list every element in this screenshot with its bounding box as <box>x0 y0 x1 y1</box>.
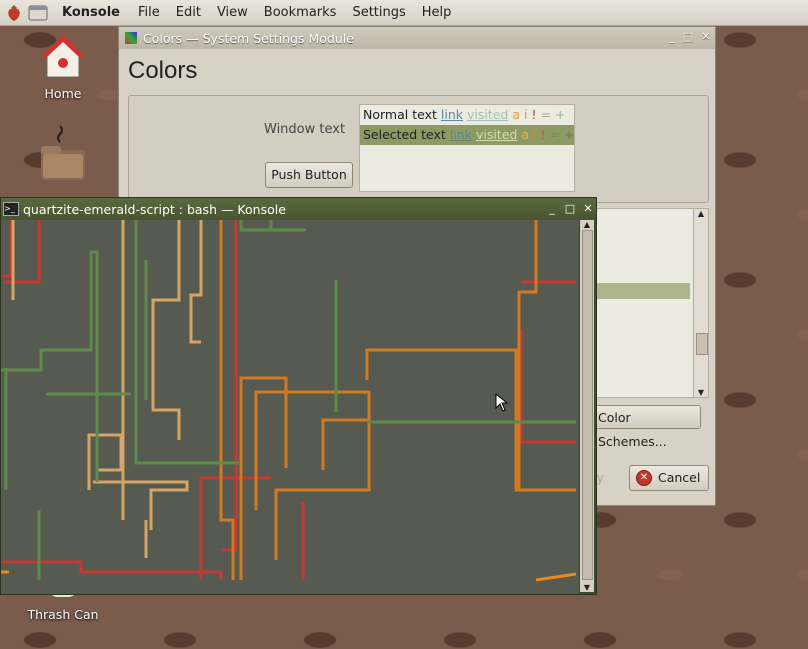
pipes-animation <box>1 220 577 582</box>
desktop-icon-label: Thrash Can <box>27 607 99 622</box>
top-menu-bar: Konsole File Edit View Bookmarks Setting… <box>0 0 808 26</box>
negative-sample: ! <box>540 127 546 142</box>
menu-settings[interactable]: Settings <box>352 5 405 20</box>
inactive-sample: i <box>533 127 537 142</box>
maximize-icon[interactable]: □ <box>681 30 695 44</box>
terminal-output[interactable] <box>1 220 579 594</box>
negative-sample: ! <box>531 107 537 122</box>
menu-view[interactable]: View <box>217 5 248 20</box>
inactive-sample: i <box>524 107 528 122</box>
menu-edit[interactable]: Edit <box>176 5 201 20</box>
konsole-window: >_ quartzite-emerald-script : bash — Kon… <box>0 197 597 595</box>
link-sample: link <box>449 127 472 142</box>
window-title: quartzite-emerald-script : bash — Konsol… <box>23 201 286 217</box>
apply-button[interactable]: ly <box>593 465 623 491</box>
color-schemes-button[interactable]: Color Schemes... <box>593 405 701 449</box>
window-text-label: Window text <box>264 122 346 137</box>
list-scrollbar[interactable]: ▲ ▼ <box>693 209 708 397</box>
window-titlebar[interactable]: >_ quartzite-emerald-script : bash — Kon… <box>1 198 596 220</box>
scroll-thumb[interactable] <box>582 230 593 580</box>
color-preview-panel: Window text Push Button Normal text link v… <box>128 95 709 203</box>
selected-text-row: Selected text link visited a i! = + <box>360 125 574 145</box>
page-title: Colors <box>128 57 198 84</box>
visited-sample: visited <box>475 127 518 142</box>
positive-sample: + <box>564 127 575 142</box>
settings-app-icon <box>125 32 137 44</box>
strawberry-launcher-icon[interactable] <box>4 3 24 23</box>
positive-sample: + <box>555 107 566 122</box>
visited-sample: visited <box>466 107 509 122</box>
desktop-icon-home[interactable]: Home <box>23 33 103 101</box>
active-app-name: Konsole <box>62 5 120 20</box>
selected-text: Selected text <box>363 127 446 142</box>
neutral-sample: = <box>549 127 560 142</box>
link-sample: link <box>440 107 463 122</box>
minimize-icon[interactable]: _ <box>665 30 679 44</box>
scroll-up-icon[interactable]: ▲ <box>694 209 708 218</box>
close-icon[interactable]: ✕ <box>699 30 713 44</box>
maximize-icon[interactable]: □ <box>563 202 577 216</box>
close-icon[interactable]: ✕ <box>581 202 595 216</box>
text-preview-box: Normal text link visited a i! = + Selected tex… <box>359 104 575 192</box>
active-sample: a <box>512 107 521 122</box>
neutral-sample: = <box>540 107 552 122</box>
selected-scheme-row[interactable] <box>594 283 690 299</box>
window-titlebar[interactable]: Colors — System Settings Module _ □ ✕ <box>119 27 715 49</box>
window-menu-icon[interactable] <box>28 3 48 23</box>
home-icon <box>41 35 85 78</box>
cancel-label: Cancel <box>658 470 701 485</box>
push-button-sample[interactable]: Push Button <box>265 162 353 188</box>
menu-bookmarks[interactable]: Bookmarks <box>264 5 337 20</box>
normal-text-row: Normal text link visited a i! = + <box>360 105 574 125</box>
scroll-thumb[interactable] <box>696 333 708 355</box>
desktop-icon-folder[interactable] <box>23 120 103 193</box>
mouse-pointer-icon <box>495 393 509 412</box>
scroll-up-icon[interactable]: ▲ <box>580 220 594 229</box>
cancel-icon: ✕ <box>636 470 652 486</box>
terminal-icon: >_ <box>3 202 19 216</box>
normal-text: Normal text <box>363 107 437 122</box>
menu-help[interactable]: Help <box>422 5 452 20</box>
color-scheme-list[interactable]: ▲ ▼ <box>593 208 709 398</box>
desktop-icon-label: Home <box>44 86 82 101</box>
menu-file[interactable]: File <box>138 5 160 20</box>
window-title: Colors — System Settings Module <box>143 30 354 46</box>
scroll-down-icon[interactable]: ▼ <box>694 388 708 397</box>
active-sample: a <box>521 127 530 142</box>
scroll-down-icon[interactable]: ▼ <box>580 583 594 592</box>
minimize-icon[interactable]: _ <box>545 202 559 216</box>
terminal-scrollbar[interactable]: ▲ ▼ <box>580 220 594 592</box>
folder-icon <box>41 125 85 180</box>
cancel-button[interactable]: ✕ Cancel <box>629 465 709 491</box>
